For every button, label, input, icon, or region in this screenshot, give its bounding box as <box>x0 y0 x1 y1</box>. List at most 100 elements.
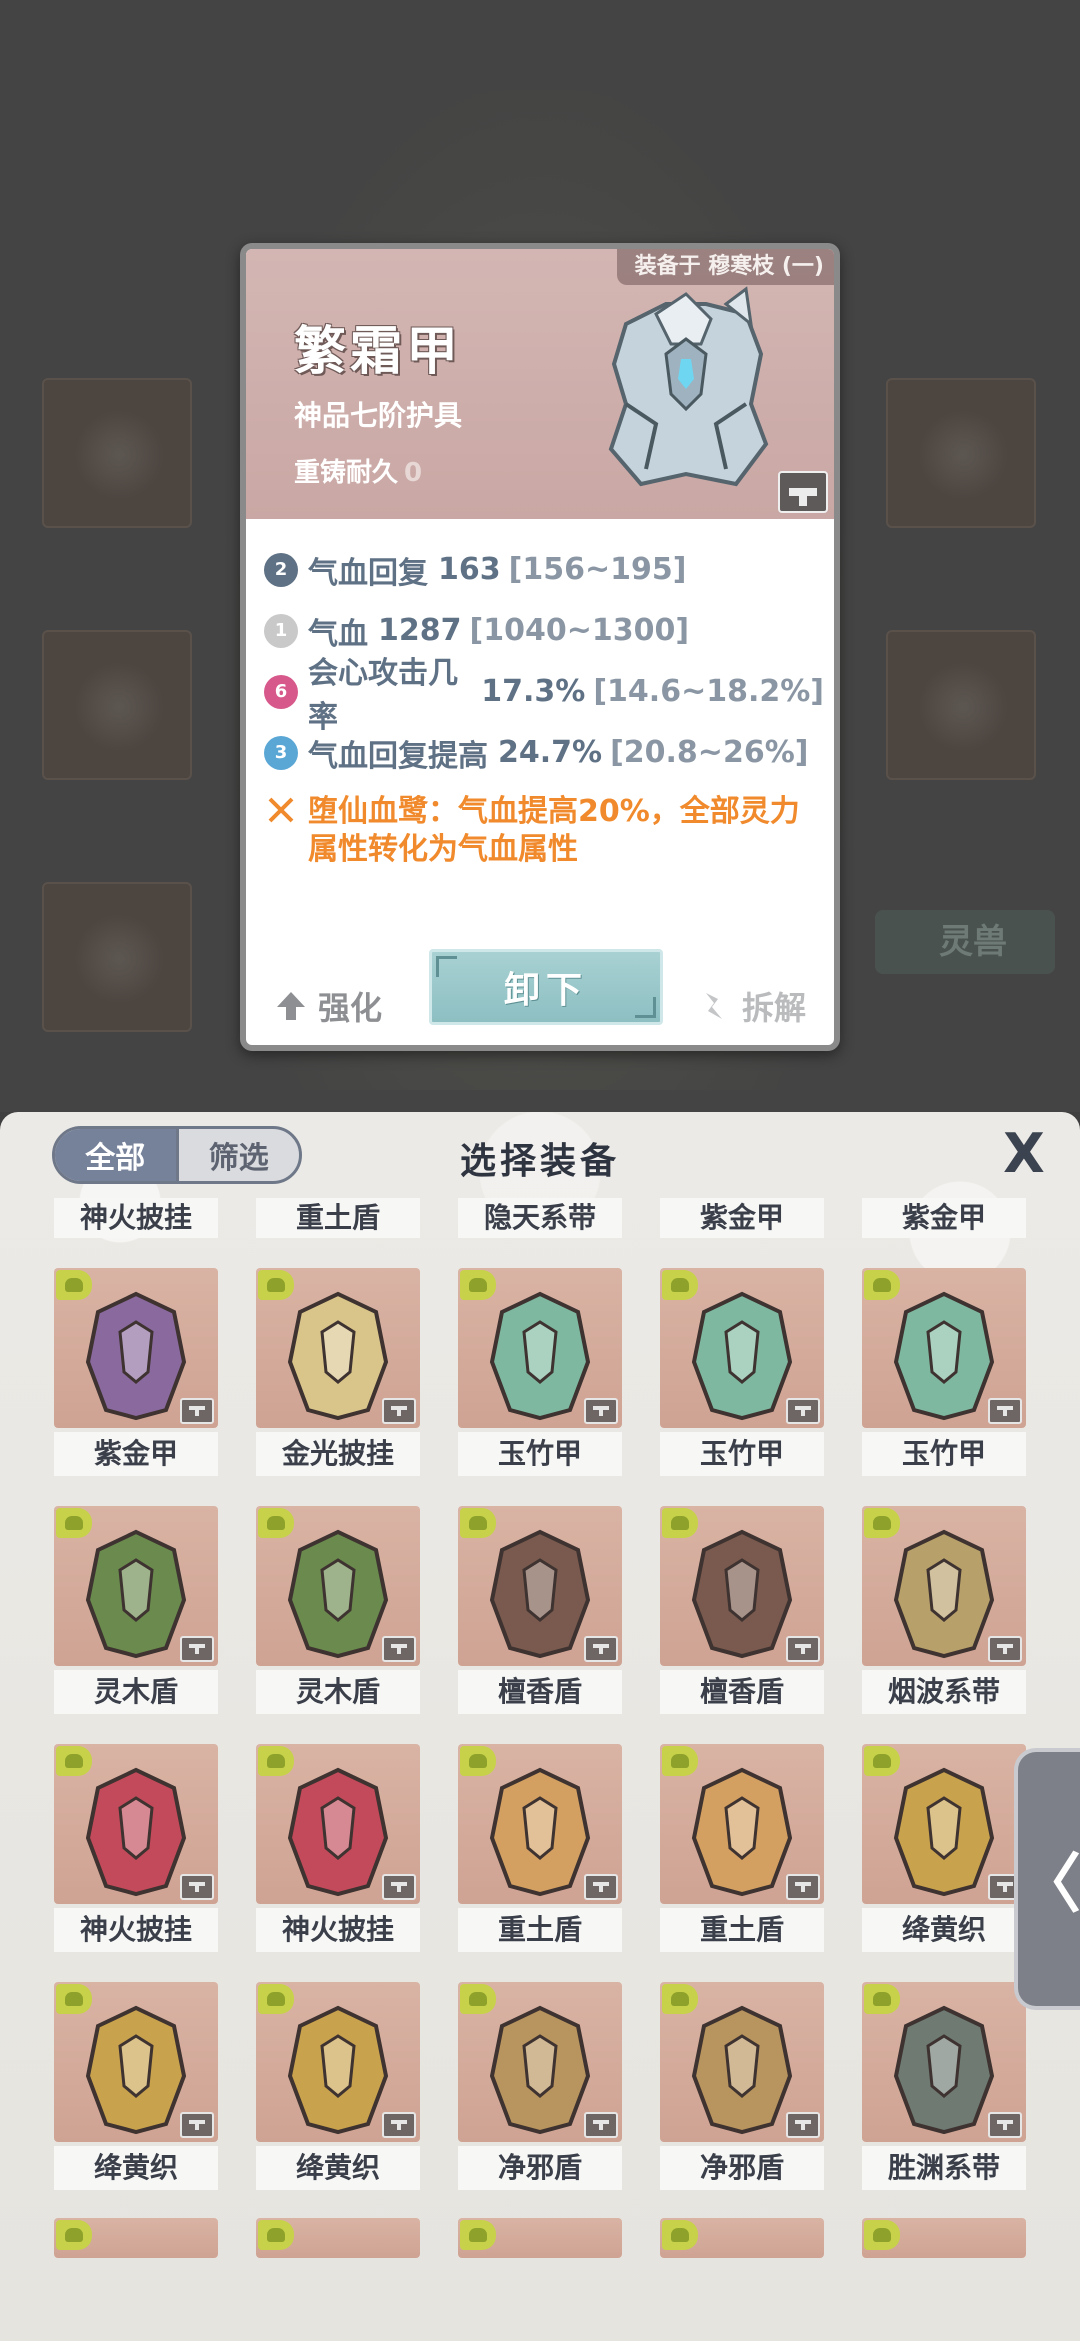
enhance-button[interactable]: 强化 <box>274 983 382 1029</box>
stat-row: 3 气血回复提高 24.7% [20.8~26%] <box>264 722 824 783</box>
item-name-label: 玉竹甲 <box>862 1432 1026 1476</box>
item-tile[interactable] <box>54 1744 218 1904</box>
stat-row: 6 会心攻击几率 17.3% [14.6~18.2%] <box>264 656 824 735</box>
item-name-label: 紫金甲 <box>54 1432 218 1476</box>
item-tile[interactable] <box>862 2218 1026 2258</box>
item-name-label[interactable]: 紫金甲 <box>862 1198 1026 1238</box>
item-cell[interactable]: 重土盾 <box>660 1744 824 1952</box>
item-tile[interactable] <box>256 1268 420 1428</box>
lock-icon <box>382 2112 416 2138</box>
item-cell[interactable]: 玉竹甲 <box>660 1268 824 1476</box>
item-tile[interactable] <box>458 1268 622 1428</box>
lock-icon <box>382 1398 416 1424</box>
item-cell[interactable]: 紫金甲 <box>54 1268 218 1476</box>
item-name-label: 金光披挂 <box>256 1432 420 1476</box>
item-tile[interactable] <box>54 1268 218 1428</box>
dismantle-button[interactable]: 拆解 <box>698 983 806 1029</box>
item-tile[interactable] <box>862 1268 1026 1428</box>
item-tile[interactable] <box>862 1506 1026 1666</box>
item-cell[interactable]: 绛黄织 <box>256 1982 420 2190</box>
item-name-label[interactable]: 神火披挂 <box>54 1198 218 1238</box>
rank-6-icon: 6 <box>264 674 298 709</box>
pouch-slot[interactable] <box>886 630 1036 780</box>
spirit-beast-button[interactable]: 灵兽 <box>875 910 1055 974</box>
item-cell[interactable]: 绛黄织 <box>54 1982 218 2190</box>
item-cell[interactable]: 神火披挂 <box>54 1744 218 1952</box>
item-tile[interactable] <box>458 1744 622 1904</box>
item-tile[interactable] <box>660 1268 824 1428</box>
stats-list: 2 气血回复 163 [156~195] 1 气血 1287 [1040~130… <box>264 539 824 869</box>
item-name-label: 绛黄织 <box>256 2146 420 2190</box>
item-tile[interactable] <box>256 1744 420 1904</box>
lock-icon <box>382 1636 416 1662</box>
item-tile[interactable] <box>660 1506 824 1666</box>
dismantle-icon <box>705 993 722 1019</box>
lock-icon <box>988 1398 1022 1424</box>
panel-title: 选择装备 <box>459 1141 620 1182</box>
item-cell[interactable]: 绛黄织 <box>862 1744 1026 1952</box>
item-tile[interactable] <box>458 2218 622 2258</box>
weapon-slot[interactable] <box>42 378 192 528</box>
unequip-button[interactable]: 卸下 <box>429 949 663 1025</box>
item-cell[interactable]: 灵木盾 <box>54 1506 218 1714</box>
item-cell[interactable]: 檀香盾 <box>458 1506 622 1714</box>
item-cell[interactable]: 重土盾 <box>458 1744 622 1952</box>
lock-button[interactable] <box>778 471 828 513</box>
lock-icon <box>180 1636 214 1662</box>
item-tile[interactable] <box>54 2218 218 2258</box>
stat-value: 17.3% <box>481 674 586 709</box>
item-tile[interactable] <box>862 1744 1026 1904</box>
item-cell[interactable]: 胜渊系带 <box>862 1982 1026 2190</box>
armor-slot[interactable] <box>42 630 192 780</box>
item-cell[interactable]: 灵木盾 <box>256 1506 420 1714</box>
item-cell[interactable]: 神火披挂 <box>256 1744 420 1952</box>
item-name-label: 绛黄织 <box>54 2146 218 2190</box>
item-cell[interactable]: 净邪盾 <box>660 1982 824 2190</box>
item-tile[interactable] <box>660 1744 824 1904</box>
stat-value: 1287 <box>378 613 462 648</box>
item-tile[interactable] <box>256 2218 420 2258</box>
item-cell[interactable]: 净邪盾 <box>458 1982 622 2190</box>
item-name-label[interactable]: 重土盾 <box>256 1198 420 1238</box>
item-tile[interactable] <box>660 2218 824 2258</box>
item-tile[interactable] <box>54 1506 218 1666</box>
item-tile[interactable] <box>256 1982 420 2142</box>
item-name-label: 神火披挂 <box>54 1908 218 1952</box>
rarity-badge-icon <box>460 2220 496 2250</box>
item-tile[interactable] <box>862 1982 1026 2142</box>
special-effect-icon <box>268 797 294 823</box>
rarity-badge-icon <box>258 2220 294 2250</box>
lock-icon <box>988 1636 1022 1662</box>
item-cell[interactable]: 玉竹甲 <box>862 1268 1026 1476</box>
item-name-label[interactable]: 隐天系带 <box>458 1198 622 1238</box>
item-cell[interactable]: 檀香盾 <box>660 1506 824 1714</box>
item-tile[interactable] <box>54 1982 218 2142</box>
item-grade: 神品七阶护具 <box>294 399 463 432</box>
stat-value: 24.7% <box>498 735 603 770</box>
lock-icon <box>786 1398 820 1424</box>
item-tile[interactable] <box>660 1982 824 2142</box>
item-cell[interactable]: 金光披挂 <box>256 1268 420 1476</box>
item-name-label: 灵木盾 <box>54 1670 218 1714</box>
arrow-up-icon <box>277 992 305 1020</box>
close-icon[interactable]: X <box>998 1127 1050 1182</box>
item-name-label: 绛黄织 <box>862 1908 1026 1952</box>
item-name-label: 重土盾 <box>660 1908 824 1952</box>
lock-icon <box>786 1636 820 1662</box>
item-tile[interactable] <box>458 1982 622 2142</box>
lock-icon <box>584 2112 618 2138</box>
item-name-label: 灵木盾 <box>256 1670 420 1714</box>
item-cell[interactable]: 烟波系带 <box>862 1506 1026 1714</box>
item-name-label: 烟波系带 <box>862 1670 1026 1714</box>
boots-slot[interactable] <box>42 882 192 1032</box>
expand-side-tab[interactable]: 〈 <box>1014 1748 1080 2010</box>
rank-3-icon: 3 <box>264 735 298 770</box>
item-tile[interactable] <box>458 1506 622 1666</box>
item-tile[interactable] <box>256 1506 420 1666</box>
reforge-durability: 重铸耐久 0 <box>294 452 422 489</box>
accessory-slot[interactable] <box>886 378 1036 528</box>
item-name-label[interactable]: 紫金甲 <box>660 1198 824 1238</box>
item-cell[interactable]: 玉竹甲 <box>458 1268 622 1476</box>
item-name-label: 胜渊系带 <box>862 2146 1026 2190</box>
rank-1-icon: 1 <box>264 613 298 648</box>
